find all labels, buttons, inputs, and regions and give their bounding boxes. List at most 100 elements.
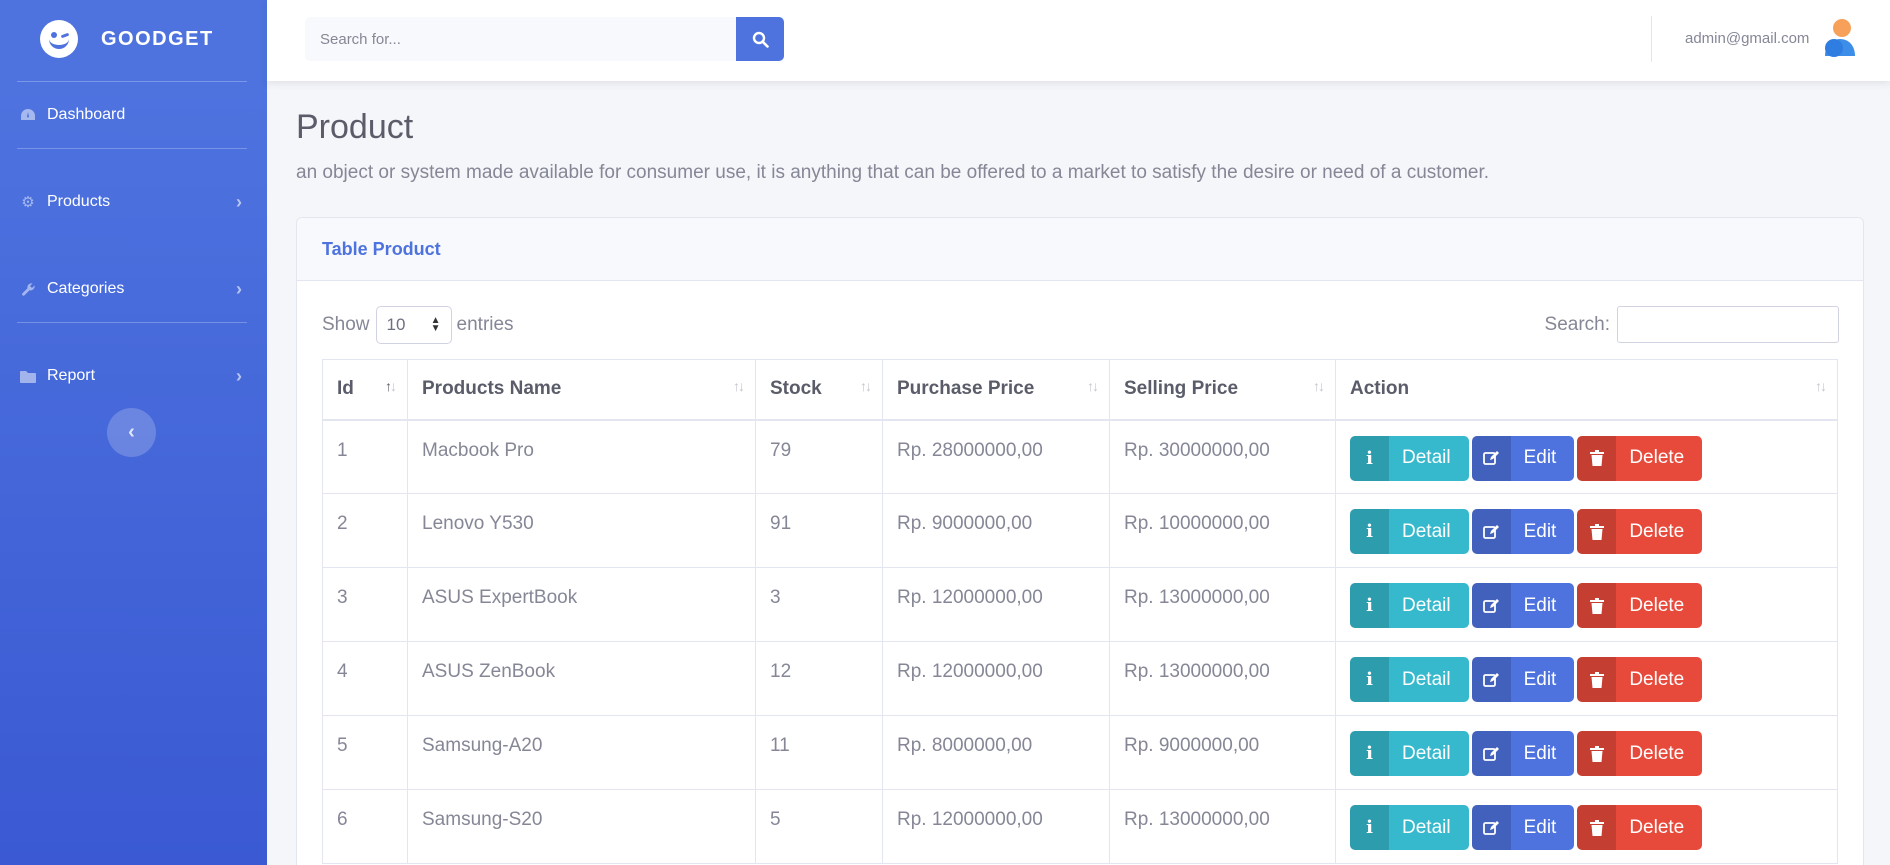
cell-stock: 5 (755, 789, 883, 864)
cell-product-name: ASUS ExpertBook (407, 567, 756, 642)
detail-button[interactable]: i Detail (1350, 583, 1469, 628)
sidebar-divider (17, 148, 247, 149)
edit-icon (1471, 657, 1511, 702)
sidebar-item-label: Products (47, 193, 111, 210)
column-header-id[interactable]: Id ↑↓ (322, 359, 408, 421)
sidebar-toggle-button[interactable]: ‹ (107, 408, 156, 457)
chevron-right-icon: › (236, 191, 242, 212)
detail-button[interactable]: i Detail (1350, 509, 1469, 554)
table-header-row: Id ↑↓ Products Name ↑↓ Stock ↑↓ Purchase Pr… (322, 359, 1838, 421)
cell-stock: 91 (755, 493, 883, 568)
table-row: 4 ASUS ZenBook 12 Rp. 12000000,00 Rp. 130000… (322, 641, 1838, 716)
edit-icon (1471, 583, 1511, 628)
delete-button[interactable]: Delete (1577, 731, 1703, 776)
product-table: Id ↑↓ Products Name ↑↓ Stock ↑↓ Purchase Pr… (322, 359, 1838, 864)
cell-stock: 3 (755, 567, 883, 642)
show-label: Show (322, 314, 370, 335)
table-search-input[interactable] (1617, 306, 1839, 343)
edit-button[interactable]: Edit (1471, 805, 1575, 850)
wrench-icon (19, 282, 37, 297)
cell-purchase-price: Rp. 12000000,00 (882, 567, 1110, 642)
product-table-card: Table Product Show 10 ▲ ▼ entries Search:… (296, 217, 1864, 865)
detail-button[interactable]: i Detail (1350, 657, 1469, 702)
column-header-stock[interactable]: Stock ↑↓ (755, 359, 883, 421)
cell-selling-price: Rp. 10000000,00 (1109, 493, 1336, 568)
delete-button[interactable]: Delete (1577, 657, 1703, 702)
trash-icon (1577, 583, 1617, 628)
sort-icon: ↑↓ (385, 378, 397, 394)
topbar: admin@gmail.com (267, 0, 1890, 81)
sort-updown-icon: ▲ ▼ (430, 315, 441, 334)
cell-id: 4 (322, 641, 408, 716)
table-row: 5 Samsung-A20 11 Rp. 8000000,00 Rp. 9000000,… (322, 715, 1838, 790)
search-button[interactable] (736, 17, 784, 61)
detail-button[interactable]: i Detail (1350, 731, 1469, 776)
edit-button[interactable]: Edit (1471, 657, 1575, 702)
sort-icon: ↑↓ (1815, 378, 1827, 394)
edit-button[interactable]: Edit (1471, 583, 1575, 628)
cell-product-name: Macbook Pro (407, 419, 756, 494)
column-header-action[interactable]: Action ↑↓ (1335, 359, 1838, 421)
search-icon (752, 31, 769, 48)
delete-button[interactable]: Delete (1577, 509, 1703, 554)
trash-icon (1577, 805, 1617, 850)
table-filter: Search: (1545, 306, 1839, 343)
cell-selling-price: Rp. 13000000,00 (1109, 567, 1336, 642)
edit-button[interactable]: Edit (1471, 509, 1575, 554)
column-header-products-name[interactable]: Products Name ↑↓ (407, 359, 756, 421)
entries-select[interactable]: 10 ▲ ▼ (375, 306, 452, 344)
cell-product-name: Samsung-A20 (407, 715, 756, 790)
cell-selling-price: Rp. 13000000,00 (1109, 641, 1336, 716)
info-icon: i (1350, 731, 1389, 776)
table-row: 6 Samsung-S20 5 Rp. 12000000,00 Rp. 13000000… (322, 789, 1838, 864)
cell-product-name: Lenovo Y530 (407, 493, 756, 568)
user-email[interactable]: admin@gmail.com (1685, 30, 1809, 47)
sidebar-item-dashboard[interactable]: Dashboard (0, 95, 267, 135)
detail-button[interactable]: i Detail (1350, 435, 1469, 481)
sort-icon: ↑↓ (860, 378, 872, 394)
cell-actions: i Detail Edit Delete (1335, 493, 1838, 568)
cell-stock: 12 (755, 641, 883, 716)
delete-button[interactable]: Delete (1577, 435, 1703, 481)
sidebar-item-label: Report (47, 367, 96, 384)
user-avatar-icon[interactable] (1822, 18, 1858, 58)
sidebar-item-categories[interactable]: Categories › (0, 269, 267, 309)
search-input[interactable] (305, 17, 736, 61)
delete-button[interactable]: Delete (1577, 805, 1703, 850)
table-row: 2 Lenovo Y530 91 Rp. 9000000,00 Rp. 10000000… (322, 493, 1838, 568)
detail-button[interactable]: i Detail (1350, 805, 1469, 850)
card-header: Table Product (297, 218, 1863, 281)
cell-selling-price: Rp. 13000000,00 (1109, 789, 1336, 864)
table-body: 1 Macbook Pro 79 Rp. 28000000,00 Rp. 3000000… (322, 419, 1838, 864)
wink-face-logo-icon (40, 20, 78, 58)
cell-stock: 79 (755, 419, 883, 494)
edit-icon (1471, 805, 1511, 850)
cell-actions: i Detail Edit Delete (1335, 641, 1838, 716)
cell-id: 2 (322, 493, 408, 568)
sidebar-item-products[interactable]: ⚙ Products › (0, 182, 267, 222)
column-header-purchase-price[interactable]: Purchase Price ↑↓ (882, 359, 1110, 421)
brand[interactable]: GOODGET (0, 0, 267, 78)
chevron-left-icon: ‹ (128, 421, 135, 443)
edit-button[interactable]: Edit (1471, 731, 1575, 776)
column-header-selling-price[interactable]: Selling Price ↑↓ (1109, 359, 1336, 421)
delete-button[interactable]: Delete (1577, 583, 1703, 628)
cell-purchase-price: Rp. 9000000,00 (882, 493, 1110, 568)
cell-selling-price: Rp. 30000000,00 (1109, 419, 1336, 494)
cell-purchase-price: Rp. 8000000,00 (882, 715, 1110, 790)
table-row: 1 Macbook Pro 79 Rp. 28000000,00 Rp. 3000000… (322, 419, 1838, 494)
cell-actions: i Detail Edit Delete (1335, 567, 1838, 642)
cell-actions: i Detail Edit Delete (1335, 715, 1838, 790)
sidebar-item-report[interactable]: Report › (0, 356, 267, 396)
info-icon: i (1350, 657, 1389, 702)
sidebar-divider (17, 81, 247, 82)
table-search-label: Search: (1544, 313, 1610, 335)
info-icon: i (1350, 805, 1389, 850)
cell-purchase-price: Rp. 28000000,00 (882, 419, 1110, 494)
gear-icon: ⚙ (21, 194, 35, 211)
page-description: an object or system made available for c… (296, 162, 1490, 183)
edit-button[interactable]: Edit (1471, 435, 1575, 481)
topbar-search (305, 17, 784, 61)
trash-icon (1577, 657, 1617, 702)
info-icon: i (1350, 509, 1389, 554)
